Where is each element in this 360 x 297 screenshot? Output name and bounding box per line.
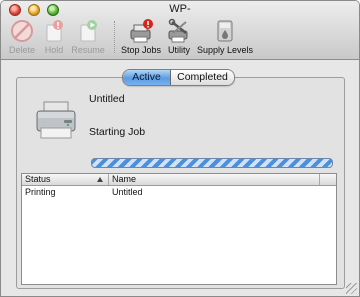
printer-icon: [36, 101, 76, 139]
table-row[interactable]: Printing Untitled: [22, 186, 336, 198]
tab-completed[interactable]: Completed: [171, 70, 234, 85]
jobs-table: Status Name Printing Untitled: [21, 173, 337, 285]
supply-levels-label: Supply Levels: [196, 45, 254, 55]
job-progress-bar: [91, 158, 333, 168]
utility-button[interactable]: Utility: [165, 18, 193, 58]
hold-button[interactable]: Hold: [40, 18, 68, 58]
print-queue-window: WP- Delete Hold Resume Stop Jobs Utility…: [0, 0, 360, 297]
column-header-name-label: Name: [112, 174, 137, 184]
stop-jobs-button[interactable]: Stop Jobs: [120, 18, 162, 58]
supply-levels-icon: [217, 20, 233, 42]
job-name: Untitled: [89, 93, 125, 105]
jobs-panel: Untitled Starting Job Status Name Printi…: [16, 77, 345, 289]
supply-levels-button[interactable]: Supply Levels: [196, 18, 254, 58]
stop-jobs-label: Stop Jobs: [120, 45, 162, 55]
row-name: Untitled: [112, 187, 143, 197]
row-status: Printing: [25, 187, 56, 197]
delete-button[interactable]: Delete: [7, 18, 37, 58]
window-title: WP-: [169, 3, 191, 15]
utility-icon: [168, 18, 188, 43]
utility-label: Utility: [168, 45, 190, 55]
hold-label: Hold: [44, 45, 64, 55]
resume-button[interactable]: Resume: [71, 18, 105, 58]
resize-grip[interactable]: [346, 283, 357, 294]
job-tabs: Active Completed: [122, 69, 235, 86]
stop-jobs-icon: [130, 19, 153, 43]
tab-active[interactable]: Active: [123, 70, 171, 85]
column-header-status[interactable]: Status: [22, 174, 109, 185]
column-header-status-label: Status: [25, 174, 51, 184]
delete-icon: [11, 20, 33, 42]
toolbar-separator: [114, 21, 115, 53]
table-header: Status Name: [22, 174, 336, 186]
resume-label: Resume: [71, 45, 105, 55]
sort-ascending-icon: [97, 177, 103, 182]
job-status: Starting Job: [89, 126, 146, 138]
column-header-name[interactable]: Name: [109, 174, 320, 185]
delete-label: Delete: [8, 45, 35, 55]
hold-icon: [46, 20, 63, 42]
title-toolbar-area: WP- Delete Hold Resume Stop Jobs Utility…: [1, 1, 359, 60]
column-header-filler: [320, 174, 336, 185]
resume-icon: [80, 20, 97, 42]
